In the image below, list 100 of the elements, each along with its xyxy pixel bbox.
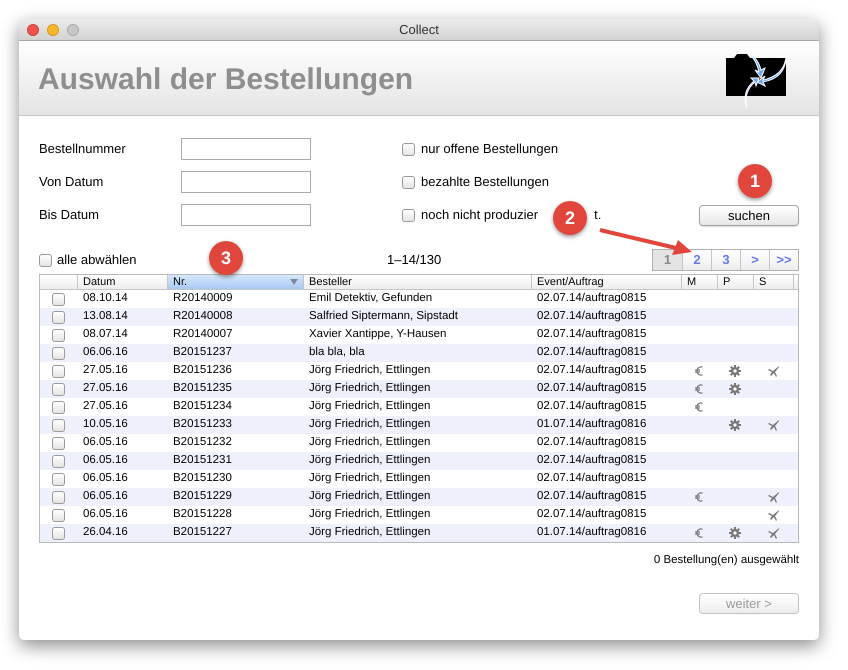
checkbox[interactable]	[52, 526, 65, 540]
input-field[interactable]	[181, 138, 311, 160]
page-button[interactable]: 2	[682, 250, 711, 270]
zoom-button[interactable]	[67, 24, 79, 36]
table-cell: Emil Detektiv, Gefunden	[309, 292, 432, 304]
table-cell: B20151232	[173, 436, 232, 448]
checkbox[interactable]	[52, 382, 65, 396]
table-row[interactable]: 06.05.16 B20151231 Jörg Friedrich, Ettlingen 02.07.14/auftrag0815	[40, 452, 798, 470]
table-cell: 02.07.14/auftrag0815	[537, 364, 646, 376]
table-row[interactable]: 10.05.16 B20151233 Jörg Friedrich, Ettlingen 01.07.14/auftrag0816	[40, 416, 798, 434]
checkbox[interactable]	[52, 346, 65, 360]
page-button[interactable]: 3	[711, 250, 740, 270]
input-field[interactable]	[181, 204, 311, 226]
table-cell: 13.08.14	[83, 310, 128, 322]
checkbox[interactable]	[402, 208, 415, 222]
checkbox[interactable]	[39, 254, 52, 266]
table-cell: 06.05.16	[83, 508, 128, 520]
table-cell: 01.07.14/auftrag0816	[537, 526, 646, 538]
table-row[interactable]: 26.04.16 B20151227 Jörg Friedrich, Ettlingen 01.07.14/auftrag0816	[40, 524, 798, 542]
close-button[interactable]	[27, 24, 39, 36]
table-cell: Jörg Friedrich, Ettlingen	[309, 508, 430, 520]
table-cell: 26.04.16	[83, 526, 128, 538]
table-cell: 06.05.16	[83, 436, 128, 448]
column-header[interactable]: Besteller	[303, 275, 531, 289]
table-cell: 02.07.14/auftrag0815	[537, 382, 646, 394]
field-label: Bis Datum	[39, 206, 100, 224]
input-field[interactable]	[181, 171, 311, 193]
search-button[interactable]: suchen	[699, 205, 799, 226]
option-label: bezahlte Bestellungen	[421, 173, 549, 192]
table-cell: 02.07.14/auftrag0815	[537, 472, 646, 484]
table-cell: 08.10.14	[83, 292, 128, 304]
table-cell: 10.05.16	[83, 418, 128, 430]
checkbox[interactable]	[52, 472, 65, 486]
page-button[interactable]: >>	[769, 250, 798, 270]
column-header[interactable]: Nr.	[167, 275, 303, 289]
table-row[interactable]: 06.06.16 B20151237 bla bla, bla 02.07.14/auftrag0815	[40, 344, 798, 362]
checkbox[interactable]	[52, 454, 65, 468]
option-label: t.	[594, 206, 602, 224]
table-cell: Salfried Siptermann, Sipstadt	[309, 310, 458, 322]
table-cell: 02.07.14/auftrag0815	[537, 436, 646, 448]
checkbox[interactable]	[52, 328, 65, 342]
table-cell: Xavier Xantippe, Y-Hausen	[309, 328, 446, 340]
checkbox[interactable]	[52, 400, 65, 414]
table-cell: 27.05.16	[83, 364, 128, 376]
table-cell: Jörg Friedrich, Ettlingen	[309, 382, 430, 394]
checkbox[interactable]	[52, 436, 65, 450]
table-cell: Jörg Friedrich, Ettlingen	[309, 454, 430, 466]
table-cell: 02.07.14/auftrag0815	[537, 454, 646, 466]
table-cell: B20151237	[173, 346, 232, 358]
minimize-button[interactable]	[47, 24, 59, 36]
table-cell: 02.07.14/auftrag0815	[537, 292, 646, 304]
table-row[interactable]: 27.05.16 B20151235 Jörg Friedrich, Ettlingen 02.07.14/auftrag0815	[40, 380, 798, 398]
field-label: Von Datum	[39, 173, 104, 192]
checkbox[interactable]	[52, 418, 65, 432]
table-cell: B20151235	[173, 382, 232, 394]
table-cell: B20151231	[173, 454, 232, 466]
table-cell: 02.07.14/auftrag0815	[537, 490, 646, 502]
column-header[interactable]: S	[753, 275, 793, 289]
table-cell: Jörg Friedrich, Ettlingen	[309, 364, 430, 376]
table-cell: bla bla, bla	[309, 346, 365, 358]
table-cell: Jörg Friedrich, Ettlingen	[309, 472, 430, 484]
checkbox[interactable]	[402, 176, 415, 188]
checkbox[interactable]	[52, 292, 65, 306]
table-cell: Jörg Friedrich, Ettlingen	[309, 490, 430, 502]
field-label: Bestellnummer	[39, 140, 127, 158]
option-label: nur offene Bestellungen	[421, 140, 558, 158]
table-cell: 08.07.14	[83, 328, 128, 340]
table-cell: Jörg Friedrich, Ettlingen	[309, 400, 430, 412]
table-cell: B20151230	[173, 472, 232, 484]
table-cell: 06.05.16	[83, 454, 128, 466]
table-cell: 27.05.16	[83, 400, 128, 412]
checkbox[interactable]	[52, 490, 65, 504]
table-cell: 01.07.14/auftrag0816	[537, 418, 646, 430]
column-header[interactable]: P	[717, 275, 753, 289]
table-cell: 27.05.16	[83, 382, 128, 394]
table-row[interactable]: 06.05.16 B20151229 Jörg Friedrich, Ettlingen 02.07.14/auftrag0815	[40, 488, 798, 506]
table-cell: B20151234	[173, 400, 232, 412]
table-cell: R20140007	[173, 328, 232, 340]
table-cell: B20151233	[173, 418, 232, 430]
selection-count: 0 Bestellung(en) ausgewählt	[654, 553, 799, 568]
option-label: noch nicht produzier	[421, 206, 538, 224]
table-cell: Jörg Friedrich, Ettlingen	[309, 418, 430, 430]
checkbox[interactable]	[402, 142, 415, 156]
table-cell: 06.05.16	[83, 472, 128, 484]
column-header[interactable]: Event/Auftrag	[531, 275, 681, 289]
window-title: Collect	[399, 20, 439, 39]
page-button[interactable]: >	[740, 250, 769, 270]
result-range: 1–14/130	[387, 251, 442, 270]
checkbox[interactable]	[52, 310, 65, 324]
table-cell: B20151227	[173, 526, 232, 538]
checkbox[interactable]	[52, 364, 65, 378]
page-heading: Auswahl der Bestellungen	[38, 62, 414, 98]
sort-arrow-icon	[290, 279, 298, 285]
table-cell: 02.07.14/auftrag0815	[537, 508, 646, 520]
table-cell: 06.06.16	[83, 346, 128, 358]
checkbox[interactable]	[52, 508, 65, 522]
table-cell: B20151228	[173, 508, 232, 520]
table-cell: B20151229	[173, 490, 232, 502]
column-header[interactable]: M	[681, 275, 717, 289]
table-row[interactable]: 13.08.14 R20140008 Salfried Siptermann, Sipstadt 02.07.14/auftrag0815	[40, 308, 798, 326]
